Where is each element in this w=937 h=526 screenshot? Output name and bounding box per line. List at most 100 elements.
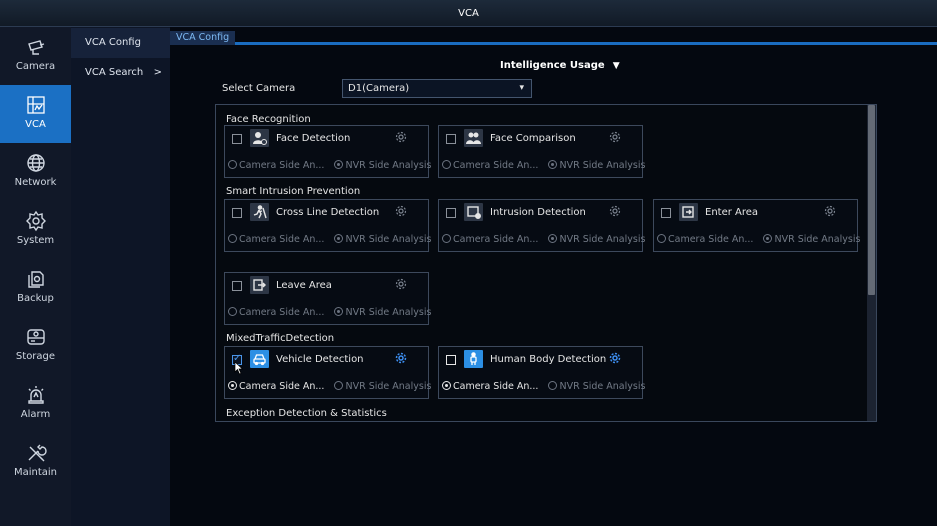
intrusion-checkbox[interactable] [446,208,456,218]
camera-select[interactable]: D1(Camera) ▾ [342,79,532,98]
vehicle-settings-gear-icon[interactable] [395,352,407,364]
leave-area-title: Leave Area [276,280,332,291]
leave-area-checkbox[interactable] [232,281,242,291]
intrusion-nvr-radio[interactable] [548,234,558,243]
intrusion-title: Intrusion Detection [490,207,586,218]
nav-item-camera[interactable]: Camera [0,27,71,85]
nav-item-alarm[interactable]: Alarm [0,375,71,433]
face-detection-icon [250,129,269,147]
card-intrusion-detection: Intrusion Detection Camera Side An... NV… [438,199,645,252]
human-body-icon [464,350,483,368]
intelligence-usage-toggle[interactable]: Intelligence Usage ▼ [500,60,620,71]
human-body-camera-radio[interactable] [442,381,451,390]
cross-line-title: Cross Line Detection [276,207,380,218]
vehicle-detection-title: Vehicle Detection [276,354,364,365]
backup-icon [27,271,44,288]
human-body-settings-gear-icon[interactable] [609,352,621,364]
chevron-right-icon: > [153,67,162,78]
nav-item-vca[interactable]: VCA [0,85,71,143]
dropdown-caret-icon: ▾ [519,83,524,93]
leave-area-settings-gear-icon[interactable] [395,278,407,290]
face-comparison-title: Face Comparison [490,133,576,144]
intrusion-icon [464,203,483,221]
card-enter-area: Enter Area Camera Side An... NVR Side An… [653,199,860,252]
cross-line-camera-radio[interactable] [228,234,237,243]
vca-icon [26,96,45,114]
function-panel: Face Recognition Face Detection Camera S… [215,104,877,422]
main-nav: Camera VCA Network System Backup Storage… [0,27,71,526]
leave-area-icon [250,276,269,294]
vehicle-nvr-radio[interactable] [334,381,344,390]
leave-area-nvr-radio[interactable] [334,307,344,316]
vehicle-analysis-options: Camera Side An... NVR Side Analysis [228,381,431,392]
chevron-down-icon: ▼ [612,61,620,71]
title-bar: VCA [0,0,937,27]
enter-area-analysis-options: Camera Side An... NVR Side Analysis [657,234,860,245]
card-leave-area: Leave Area Camera Side An... NVR Side An… [224,272,431,325]
face-detection-nvr-radio[interactable] [334,160,344,169]
cross-line-nvr-radio[interactable] [334,234,344,243]
tab-vca-config[interactable]: VCA Config [170,31,236,45]
enter-area-nvr-radio[interactable] [763,234,773,243]
section-face-recognition: Face Recognition [226,114,311,125]
enter-area-icon [679,203,698,221]
main-content: VCA Config Intelligence Usage ▼ Select Ca… [170,27,937,526]
section-mixed-traffic-detection: MixedTrafficDetection [226,333,335,344]
intrusion-analysis-options: Camera Side An... NVR Side Analysis [442,234,645,245]
card-vehicle-detection: Vehicle Detection Camera Side An... NVR … [224,346,431,399]
scrollbar-thumb[interactable] [868,105,875,295]
human-body-checkbox[interactable] [446,355,456,365]
face-comparison-icon [464,129,483,147]
face-comparison-checkbox[interactable] [446,134,456,144]
face-comparison-camera-radio[interactable] [442,160,451,169]
panel-scrollbar[interactable] [867,105,876,421]
face-detection-camera-radio[interactable] [228,160,237,169]
subnav-item-vca-search[interactable]: VCA Search > [71,58,170,88]
face-comparison-settings-gear-icon[interactable] [609,131,621,143]
network-globe-icon [26,154,45,172]
card-cross-line-detection: Cross Line Detection Camera Side An... N… [224,199,431,252]
human-body-analysis-options: Camera Side An... NVR Side Analysis [442,381,645,392]
face-detection-title: Face Detection [276,133,351,144]
system-gear-icon [25,210,46,232]
cross-line-checkbox[interactable] [232,208,242,218]
card-human-body-detection: Human Body Detection Camera Side An... N… [438,346,645,399]
face-comparison-analysis-options: Camera Side An... NVR Side Analysis [442,160,645,171]
storage-disk-icon [26,329,45,345]
enter-area-settings-gear-icon[interactable] [824,205,836,217]
nav-item-maintain[interactable]: Maintain [0,433,71,491]
mouse-cursor-icon [234,361,244,375]
nav-item-system[interactable]: System [0,201,71,259]
leave-area-analysis-options: Camera Side An... NVR Side Analysis [228,307,431,318]
intrusion-camera-radio[interactable] [442,234,451,243]
leave-area-camera-radio[interactable] [228,307,237,316]
cross-line-settings-gear-icon[interactable] [395,205,407,217]
maintain-tools-icon [28,444,47,462]
card-face-comparison: Face Comparison Camera Side An... NVR Si… [438,125,645,178]
alarm-siren-icon [27,386,44,404]
face-detection-checkbox[interactable] [232,134,242,144]
tab-bar: VCA Config [170,31,937,45]
human-body-nvr-radio[interactable] [548,381,558,390]
face-comparison-nvr-radio[interactable] [548,160,558,169]
camera-icon [27,40,44,55]
select-camera-label: Select Camera [222,83,296,94]
intrusion-settings-gear-icon[interactable] [609,205,621,217]
vehicle-camera-radio[interactable] [228,381,237,390]
face-detection-analysis-options: Camera Side An... NVR Side Analysis [228,160,431,171]
nav-item-backup[interactable]: Backup [0,259,71,317]
enter-area-checkbox[interactable] [661,208,671,218]
section-smart-intrusion-prevention: Smart Intrusion Prevention [226,186,361,197]
section-exception-detection: Exception Detection & Statistics [226,408,387,419]
face-detection-settings-gear-icon[interactable] [395,131,407,143]
cross-line-icon [250,203,269,221]
human-body-title: Human Body Detection [490,354,607,365]
enter-area-camera-radio[interactable] [657,234,666,243]
vehicle-icon [250,350,269,368]
nav-item-storage[interactable]: Storage [0,317,71,375]
cross-line-analysis-options: Camera Side An... NVR Side Analysis [228,234,431,245]
card-face-detection: Face Detection Camera Side An... NVR Sid… [224,125,431,178]
subnav-item-vca-config[interactable]: VCA Config [71,28,170,58]
nav-item-network[interactable]: Network [0,143,71,201]
window-title: VCA [458,8,479,19]
